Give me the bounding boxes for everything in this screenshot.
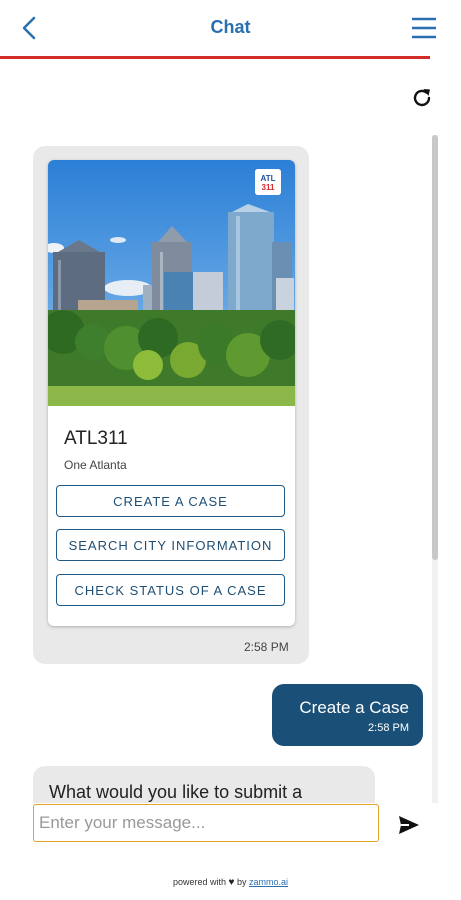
- zammo-link[interactable]: zammo.ai: [249, 877, 288, 887]
- footer: powered with ♥ by zammo.ai: [0, 877, 461, 888]
- hamburger-menu-icon[interactable]: [410, 16, 438, 40]
- check-case-status-button[interactable]: CHECK STATUS OF A CASE: [56, 574, 285, 606]
- user-message-timestamp: 2:58 PM: [368, 722, 409, 734]
- user-message-bubble: Create a Case 2:58 PM: [272, 684, 423, 746]
- atl311-logo: ATL 311: [255, 169, 281, 195]
- create-case-button[interactable]: CREATE A CASE: [56, 485, 285, 517]
- footer-prefix: powered with: [172, 877, 226, 887]
- message-input[interactable]: [33, 804, 379, 842]
- search-city-information-button[interactable]: SEARCH CITY INFORMATION: [56, 529, 285, 561]
- atlanta-skyline-image: [48, 160, 295, 406]
- svg-text:311: 311: [262, 183, 275, 192]
- send-icon[interactable]: [397, 814, 421, 836]
- card-subtitle: One Atlanta: [64, 458, 127, 472]
- page-title: Chat: [210, 17, 251, 37]
- heart-icon: ♥: [228, 877, 235, 888]
- header-divider: [0, 56, 430, 59]
- bot-message-text: What would you like to submit a: [49, 782, 303, 802]
- card-title: ATL311: [64, 428, 128, 449]
- user-message-text: Create a Case: [299, 698, 409, 717]
- welcome-card: ATL 311 ATL311 One Atlanta CREATE A CASE…: [48, 160, 295, 626]
- refresh-icon[interactable]: [410, 86, 434, 110]
- footer-by: by: [236, 877, 247, 887]
- scrollbar-thumb[interactable]: [432, 135, 438, 560]
- header: Chat: [0, 0, 461, 57]
- message-timestamp: 2:58 PM: [244, 640, 289, 654]
- svg-text:ATL: ATL: [261, 174, 276, 183]
